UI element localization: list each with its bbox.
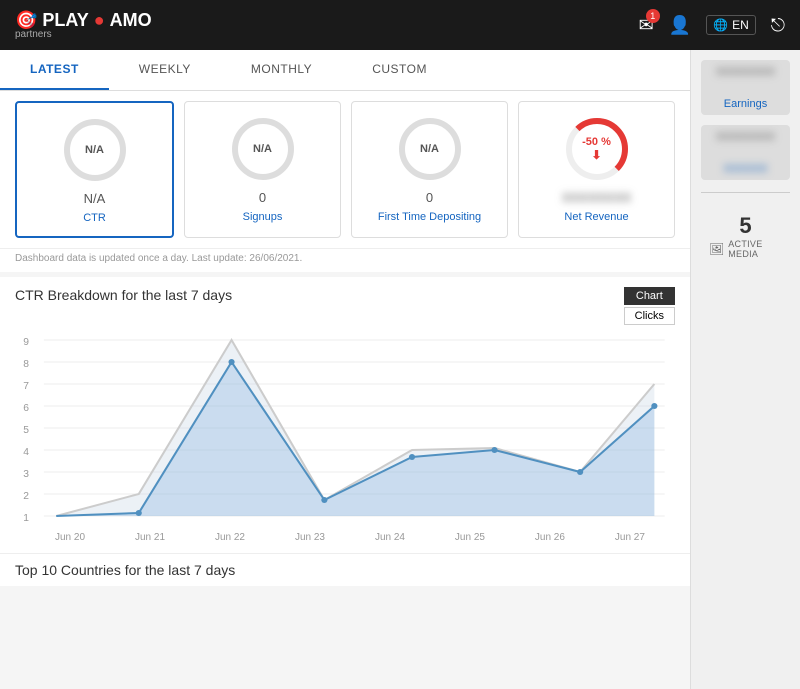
net-revenue-card[interactable]: -50 % ⬇ XXXXXXXX Net Revenue — [518, 101, 675, 238]
active-media-row: 🖼 ACTIVE MEDIA — [709, 239, 782, 259]
header: 🎯 PLAY ● AMO partners ✉ 1 👤 🌐 EN ⎋ — [0, 0, 800, 50]
svg-text:3: 3 — [23, 469, 29, 480]
stats-row: N/A N/A CTR N/A 0 Signups — [0, 91, 690, 248]
bottom-section-title: Top 10 Countries for the last 7 days — [0, 553, 690, 586]
ftd-card[interactable]: N/A 0 First Time Depositing — [351, 101, 508, 238]
mail-icon[interactable]: ✉ 1 — [639, 15, 654, 36]
logo: 🎯 PLAY ● AMO — [15, 10, 152, 31]
dashboard-info: Dashboard data is updated once a day. La… — [0, 248, 690, 272]
ftd-donut: N/A — [395, 114, 465, 184]
chart-controls: Chart Clicks — [624, 287, 675, 325]
svg-text:9: 9 — [23, 337, 29, 348]
logo-icon: 🎯 — [15, 10, 37, 31]
svg-text:7: 7 — [23, 381, 29, 392]
ctr-donut-text: N/A — [85, 144, 104, 156]
logo-area: 🎯 PLAY ● AMO partners — [15, 10, 152, 40]
signups-donut-text: N/A — [253, 143, 272, 155]
signups-value: 0 — [259, 190, 266, 205]
svg-text:1: 1 — [23, 513, 29, 524]
chart-header: CTR Breakdown for the last 7 days Chart … — [15, 287, 675, 325]
tab-latest[interactable]: LATEST — [0, 50, 109, 90]
sidebar-earnings-card[interactable]: XXXXXXXX Earnings — [701, 60, 790, 115]
tabs-bar: LATEST WEEKLY MONTHLY CUSTOM — [0, 50, 690, 91]
sidebar-divider — [701, 192, 790, 193]
active-media-card: 5 🖼 ACTIVE MEDIA — [701, 205, 790, 267]
earnings-label: Earnings — [701, 98, 790, 110]
svg-text:5: 5 — [23, 425, 29, 436]
header-icons: ✉ 1 👤 🌐 EN ⎋ — [639, 15, 785, 36]
net-revenue-label: Net Revenue — [564, 211, 628, 223]
ctr-label: CTR — [83, 212, 106, 224]
net-revenue-donut-text: -50 % ⬇ — [582, 136, 611, 162]
media-icon: 🖼 — [709, 242, 724, 256]
svg-text:2: 2 — [23, 491, 29, 502]
main-content: LATEST WEEKLY MONTHLY CUSTOM N/A N/A CTR — [0, 50, 690, 689]
active-media-count: 5 — [739, 213, 751, 239]
tab-custom[interactable]: CUSTOM — [342, 50, 457, 90]
chart-x-labels: Jun 20 Jun 21 Jun 22 Jun 23 Jun 24 Jun 2… — [15, 530, 675, 543]
chart-area: 9 8 7 6 5 4 3 2 1 — [15, 330, 675, 530]
language-selector[interactable]: 🌐 EN — [706, 15, 756, 35]
logout-icon[interactable]: ⎋ — [771, 15, 785, 36]
sidebar-secondary-card[interactable]: XXXXXXXX XXXXXX — [701, 125, 790, 180]
tab-weekly[interactable]: WEEKLY — [109, 50, 221, 90]
svg-text:4: 4 — [23, 447, 29, 458]
ftd-label: First Time Depositing — [378, 211, 481, 223]
chart-section: CTR Breakdown for the last 7 days Chart … — [0, 277, 690, 553]
user-icon[interactable]: 👤 — [669, 15, 691, 36]
signups-card[interactable]: N/A 0 Signups — [184, 101, 341, 238]
net-revenue-donut: -50 % ⬇ — [562, 114, 632, 184]
signups-label: Signups — [243, 211, 283, 223]
notification-badge: 1 — [646, 9, 660, 23]
net-revenue-value: XXXXXXXX — [562, 190, 631, 205]
ftd-value: 0 — [426, 190, 433, 205]
chart-svg: 9 8 7 6 5 4 3 2 1 — [15, 330, 675, 530]
sidebar: XXXXXXXX Earnings XXXXXXXX XXXXXX 5 🖼 AC… — [690, 50, 800, 689]
clicks-button[interactable]: Clicks — [624, 307, 675, 325]
svg-text:6: 6 — [23, 403, 29, 414]
tab-monthly[interactable]: MONTHLY — [221, 50, 342, 90]
logo-sub: partners — [15, 29, 152, 40]
secondary-label: XXXXXX — [701, 163, 790, 175]
chart-button[interactable]: Chart — [624, 287, 675, 305]
ctr-donut: N/A — [60, 115, 130, 185]
active-media-label: ACTIVE MEDIA — [728, 239, 782, 259]
ftd-donut-text: N/A — [420, 143, 439, 155]
main-layout: LATEST WEEKLY MONTHLY CUSTOM N/A N/A CTR — [0, 50, 800, 689]
svg-text:8: 8 — [23, 359, 29, 370]
ctr-value: N/A — [84, 191, 106, 206]
ctr-card[interactable]: N/A N/A CTR — [15, 101, 174, 238]
chart-title: CTR Breakdown for the last 7 days — [15, 287, 232, 303]
signups-donut: N/A — [228, 114, 298, 184]
